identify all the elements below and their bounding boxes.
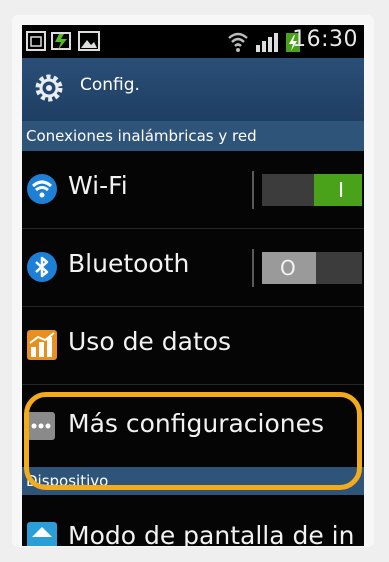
highlight-annotation	[24, 392, 362, 490]
settings-item-bluetooth[interactable]: Bluetooth O	[22, 229, 364, 307]
toggle-divider	[252, 249, 254, 287]
status-time: 16:30	[292, 27, 358, 52]
section-header-wireless: Conexiones inalámbricas y red	[22, 121, 364, 151]
cell-signal-icon	[256, 33, 278, 52]
status-bar: 16:30	[22, 25, 364, 58]
settings-item-data-usage[interactable]: Uso de datos	[22, 307, 364, 385]
wifi-label: Wi-Fi	[68, 171, 128, 200]
page-title: Config.	[80, 75, 140, 95]
home-screen-mode-label: Modo de pantalla de in	[68, 521, 355, 546]
wifi-signal-icon	[228, 32, 248, 52]
gear-icon[interactable]	[33, 72, 65, 104]
bluetooth-icon	[27, 252, 57, 282]
action-bar: Config.	[22, 58, 364, 121]
sim-icon	[26, 31, 46, 51]
home-screen-icon	[27, 522, 57, 546]
settings-item-wifi[interactable]: Wi-Fi I	[22, 151, 364, 229]
gallery-icon	[78, 31, 100, 51]
toggle-off-label: O	[280, 256, 296, 280]
toggle-on-label: I	[338, 178, 344, 202]
bluetooth-label: Bluetooth	[68, 249, 190, 278]
toggle-divider	[252, 171, 254, 209]
bluetooth-toggle[interactable]: O	[262, 252, 362, 284]
battery-charging-icon	[51, 32, 71, 50]
wifi-icon	[27, 174, 57, 204]
wifi-toggle[interactable]: I	[262, 174, 362, 206]
device-screen: 16:30 Config. Conexiones inalámbricas y …	[22, 25, 364, 546]
settings-item-home-screen-mode[interactable]: Modo de pantalla de in	[22, 495, 364, 546]
data-usage-icon	[27, 330, 57, 360]
data-usage-label: Uso de datos	[68, 327, 232, 356]
